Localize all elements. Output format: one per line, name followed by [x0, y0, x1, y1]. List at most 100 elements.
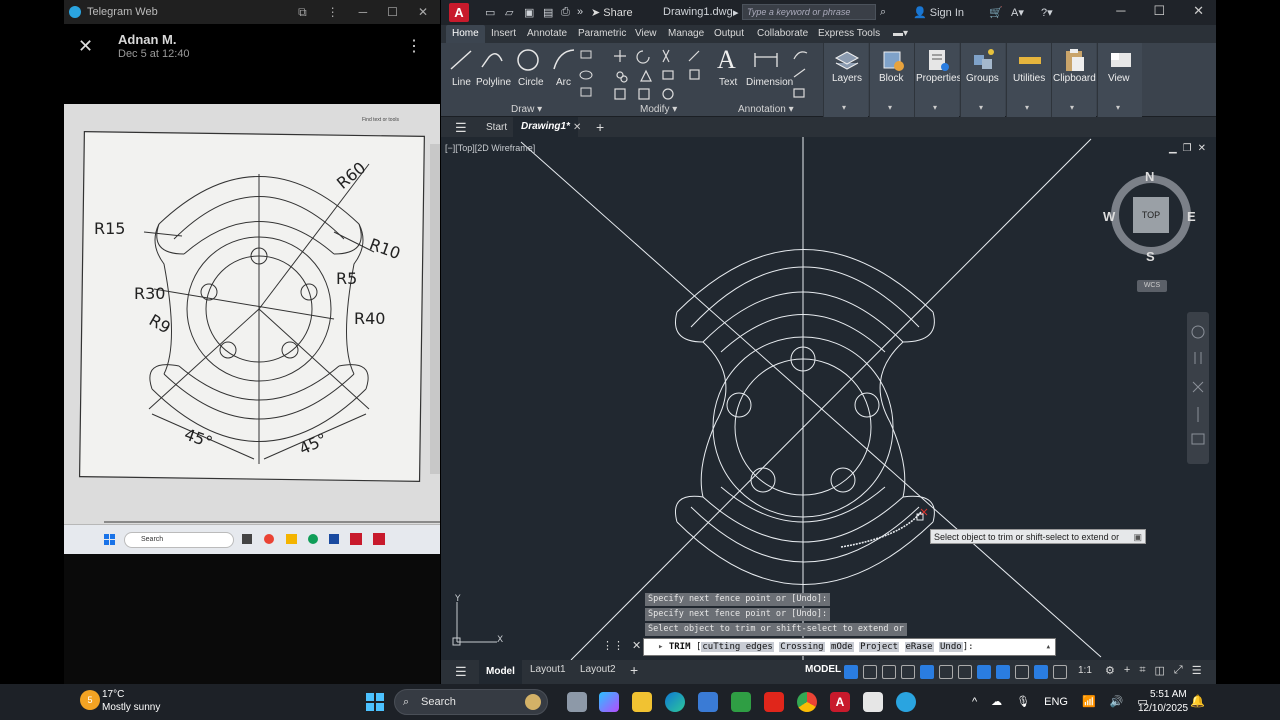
- annotation-scale[interactable]: 1:1: [1078, 665, 1092, 676]
- file-explorer-icon[interactable]: [632, 692, 652, 712]
- open-file-icon[interactable]: ▱: [505, 6, 513, 19]
- save-as-icon[interactable]: ▤: [543, 6, 553, 19]
- youtube-icon[interactable]: [764, 692, 784, 712]
- tray-overflow-icon[interactable]: ^: [972, 696, 977, 708]
- taskbar-search[interactable]: ⌕ Search: [394, 689, 548, 715]
- viewport-label[interactable]: [−][Top][2D Wireframe]: [445, 143, 535, 153]
- groups-group[interactable]: Groups ▾: [960, 43, 1005, 117]
- clock-date[interactable]: 12/10/2025: [1138, 703, 1188, 714]
- more-qat-icon[interactable]: »: [577, 6, 583, 18]
- copilot-icon[interactable]: [599, 692, 619, 712]
- arc-button[interactable]: Arc: [556, 77, 571, 88]
- acad-minimize-button[interactable]: ─: [1116, 3, 1125, 19]
- tab-manage[interactable]: Manage: [668, 28, 704, 39]
- circle-icon[interactable]: [515, 47, 541, 73]
- wcs-menu[interactable]: WCS: [1137, 280, 1167, 292]
- cmd-option-project[interactable]: Project: [859, 642, 900, 652]
- autoscale-icon[interactable]: [1053, 665, 1067, 679]
- viewer-menu-icon[interactable]: ⋮: [406, 36, 422, 56]
- plot-icon[interactable]: ⎙: [561, 6, 570, 19]
- save-icon[interactable]: ▣: [524, 6, 534, 19]
- draw-small-tools[interactable]: [579, 47, 609, 99]
- tab-annotate[interactable]: Annotate: [527, 28, 567, 39]
- model-tab[interactable]: Model: [479, 660, 522, 684]
- viewcube-west[interactable]: W: [1103, 209, 1115, 224]
- draw-panel-label[interactable]: Draw ▾: [511, 104, 542, 115]
- circle-button[interactable]: Circle: [518, 77, 544, 88]
- command-history-toggle-icon[interactable]: ▴: [1046, 639, 1051, 655]
- layers-group[interactable]: Layers ▾: [823, 43, 868, 117]
- cmd-option-erase[interactable]: eRase: [904, 642, 934, 652]
- wifi-icon[interactable]: 📶: [1082, 695, 1096, 708]
- telegram-taskbar-icon[interactable]: [896, 692, 916, 712]
- chrome-icon[interactable]: [797, 692, 817, 712]
- minimize-button[interactable]: ─: [359, 5, 368, 20]
- cmd-option-crossing[interactable]: Crossing: [779, 642, 825, 652]
- drawing-viewport[interactable]: Y X [−][Top][2D Wireframe] ▁ ❐ ✕ N S E W…: [441, 137, 1216, 660]
- tab-home[interactable]: Home: [446, 25, 485, 43]
- command-close-icon[interactable]: ✕: [632, 639, 641, 652]
- autocad-taskbar-icon[interactable]: A: [830, 692, 850, 712]
- viewcube-east[interactable]: E: [1187, 209, 1196, 224]
- tab-collaborate[interactable]: Collaborate: [757, 28, 808, 39]
- viewport-close-icon[interactable]: ✕: [1198, 143, 1206, 154]
- dimension-icon[interactable]: [753, 47, 779, 73]
- object-snap-tracking-icon[interactable]: [939, 665, 953, 679]
- command-grip-icon[interactable]: ⋮⋮: [602, 639, 624, 652]
- search-icon[interactable]: ⌕: [880, 6, 886, 19]
- lineweight-icon[interactable]: [958, 665, 972, 679]
- isolate-objects-icon[interactable]: ◫: [1155, 664, 1165, 677]
- text-icon[interactable]: A: [717, 45, 736, 75]
- drawing-tab[interactable]: Drawing1*: [513, 117, 578, 137]
- onedrive-icon[interactable]: ☁: [991, 695, 1002, 708]
- polyline-button[interactable]: Polyline: [476, 77, 511, 88]
- close-window-button[interactable]: ✕: [418, 5, 428, 20]
- cmd-option-cutting-edges[interactable]: cuTting edges: [701, 642, 774, 652]
- selection-cycling-icon[interactable]: [996, 665, 1010, 679]
- navigation-bar[interactable]: [1187, 312, 1209, 464]
- file-tabs-menu-icon[interactable]: ☰: [455, 120, 467, 136]
- isodraft-icon[interactable]: [920, 665, 934, 679]
- 3d-osnap-icon[interactable]: [1015, 665, 1029, 679]
- ortho-icon[interactable]: [882, 665, 896, 679]
- viewcube-south[interactable]: S: [1146, 249, 1155, 264]
- units-icon[interactable]: ⌗: [1139, 664, 1145, 677]
- utilities-group[interactable]: Utilities ▾: [1006, 43, 1051, 117]
- more-options-icon[interactable]: ⋮: [327, 5, 339, 20]
- tab-output[interactable]: Output: [714, 28, 744, 39]
- new-layout-button[interactable]: +: [630, 662, 638, 678]
- start-button[interactable]: [366, 693, 384, 711]
- green-app-icon[interactable]: [731, 692, 751, 712]
- store-icon[interactable]: [698, 692, 718, 712]
- dimension-button[interactable]: Dimension: [746, 77, 793, 88]
- annotation-small-tools[interactable]: [791, 47, 815, 101]
- fullscreen-icon[interactable]: ⤢: [1174, 664, 1183, 677]
- modify-tools[interactable]: [613, 47, 705, 101]
- layout-menu-icon[interactable]: ☰: [455, 664, 467, 680]
- workspace-gear-icon[interactable]: ⚙: [1105, 664, 1115, 677]
- clock-time[interactable]: 5:51 AM: [1150, 689, 1187, 700]
- autodesk-icon[interactable]: A▾: [1011, 6, 1024, 19]
- osnap-icon[interactable]: [977, 665, 991, 679]
- tab-insert[interactable]: Insert: [491, 28, 516, 39]
- notifications-icon[interactable]: 🔔: [1190, 694, 1205, 708]
- view-group[interactable]: View ▾: [1097, 43, 1142, 117]
- microphone-icon[interactable]: 🎙: [1016, 695, 1030, 708]
- annotation-panel-label[interactable]: Annotation ▾: [738, 104, 794, 115]
- viewcube-top-face[interactable]: TOP: [1133, 197, 1169, 233]
- help-icon[interactable]: ?▾: [1041, 6, 1053, 19]
- acad-close-button[interactable]: ✕: [1193, 3, 1204, 19]
- volume-icon[interactable]: 🔊: [1110, 695, 1124, 708]
- ribbon-toggle-icon[interactable]: ▬▾: [893, 28, 908, 39]
- layout1-tab[interactable]: Layout1: [530, 664, 566, 675]
- block-group[interactable]: Block ▾: [869, 43, 914, 117]
- annotation-visibility-icon[interactable]: [1034, 665, 1048, 679]
- tab-parametric[interactable]: Parametric: [578, 28, 626, 39]
- command-line-input[interactable]: ▸ TRIM [cuTting edges Crossing mOde Proj…: [643, 638, 1056, 656]
- tab-express-tools[interactable]: Express Tools: [818, 28, 880, 39]
- customization-icon[interactable]: ☰: [1192, 664, 1202, 677]
- new-tab-button[interactable]: +: [596, 119, 604, 135]
- weather-temperature[interactable]: 17°C: [102, 689, 124, 700]
- viewport-minimize-icon[interactable]: ▁: [1169, 143, 1177, 154]
- acad-maximize-button[interactable]: ☐: [1153, 3, 1165, 19]
